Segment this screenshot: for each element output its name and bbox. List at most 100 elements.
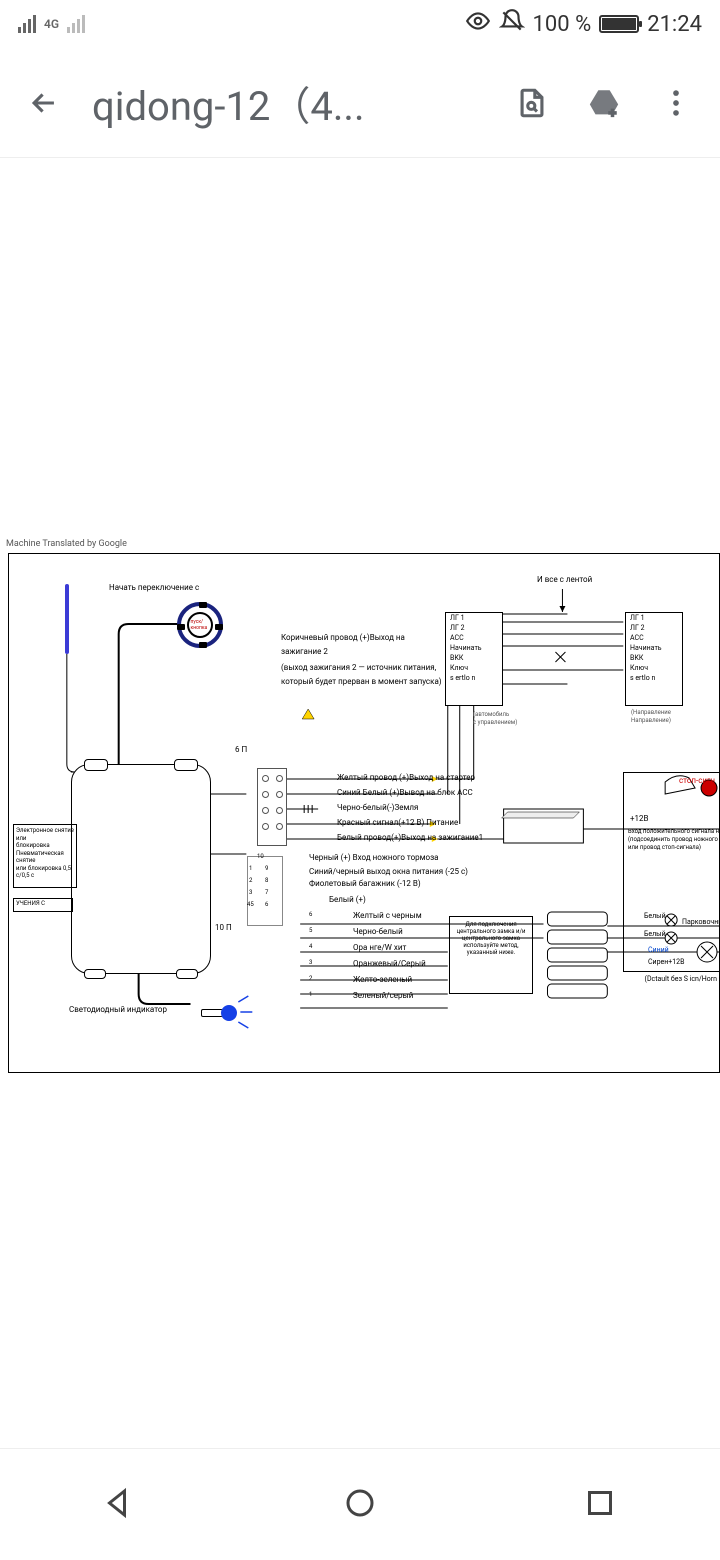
rp-park: Парковочные с (682, 919, 720, 927)
rp-default: (Dctault без S icn/Horn (645, 976, 717, 984)
w-green-grey: Зеленый/серый (353, 992, 413, 1001)
kb2-sub2: Направление) (631, 718, 671, 725)
cl-l5: указанный ниже. (454, 949, 528, 956)
rp-siren: Сирен+12В (648, 959, 684, 967)
ignition-box-left: ЛГ 1 ЛГ 2 АСС Начинать ВКК Ключ s ertIo … (445, 612, 503, 706)
w-yellow-green: Желто-зеленый (353, 976, 412, 985)
kb-bkk: ВКК (446, 653, 502, 663)
w-yellow-black: Желтый с черным (353, 912, 422, 921)
w-black-foot: Черный (+) Вход ножного тормоза (309, 854, 439, 863)
battery-text: 100 % (533, 12, 592, 37)
rp-fn3: или провод стоп-сигнала) (628, 845, 701, 852)
w-yellow-starter: Желтый провод (+)Выход на стартер (337, 774, 475, 783)
pin-3: 3 (249, 890, 252, 897)
kb2-sub1: (Направление (631, 710, 671, 717)
signal-icon (18, 15, 36, 33)
label-auto-1: (автомобиль (473, 712, 509, 719)
network-type: 4G (44, 18, 59, 30)
w-red-power: Красный сигнал(+12 В) Питание (337, 819, 458, 828)
r1: 1 (309, 992, 312, 999)
rp-fn2: (подсоединить провод ножного тормоза (628, 837, 720, 844)
find-in-page-button[interactable] (508, 79, 556, 127)
rp-fn1: Вход положительного сигнала ножного торм… (628, 829, 720, 836)
page-title: qidong-12（4... (92, 74, 484, 132)
eye-icon (465, 8, 491, 40)
kb2-bkk: ВКК (626, 653, 682, 663)
kb2-lg2: ЛГ 2 (626, 623, 682, 633)
nav-back-button[interactable] (102, 1485, 138, 1525)
kb-lg1: ЛГ 1 (446, 613, 502, 623)
document-page[interactable]: Machine Translated by Google (0, 553, 720, 1073)
rp-stop: стоп-сигн (679, 777, 715, 786)
label-tape: И все с лентой (537, 576, 592, 585)
nav-recent-button[interactable] (582, 1485, 618, 1525)
control-module (71, 764, 211, 974)
label-led: Светодиодный индикатор (69, 1006, 167, 1015)
cl-l3: центрального замка (454, 935, 528, 942)
pin-10: 10 (257, 854, 264, 861)
kb-start: Начинать (446, 643, 502, 653)
translate-caption: Machine Translated by Google (6, 539, 127, 549)
w-black-white2: Черно-белый (353, 928, 403, 937)
rp-white1: Белый (644, 913, 666, 921)
pin-9: 9 (265, 866, 268, 873)
rp-blue: Синий (648, 947, 669, 955)
kb2-start: Начинать (626, 643, 682, 653)
label-brown-1: Коричневый провод (+)Выход на (281, 634, 405, 643)
kb2-acc: АСС (626, 633, 682, 643)
drive-add-button[interactable] (580, 79, 628, 127)
lock-mode-box: Электронное снятие или блокировка Пневма… (13, 824, 77, 888)
mute-icon (499, 8, 525, 40)
w-orange-grey: Оранжевый/Серый (353, 960, 426, 969)
rp-12v: +12В (630, 815, 649, 824)
label-10p: 10 П (215, 924, 232, 933)
r3: 3 (309, 960, 312, 967)
label-brown-3: (выход зажигания 2 — источник питания, (281, 664, 436, 673)
label-auto-2: с управлением) (473, 720, 517, 727)
pin-7: 7 (265, 890, 268, 897)
clock: 21:24 (647, 12, 702, 37)
kb-lg2: ЛГ 2 (446, 623, 502, 633)
start-button-icon: пуск/кнопка (177, 602, 223, 648)
pin-2: 2 (249, 878, 252, 885)
w-blackwhite-gnd: Черно-белый(-)Земля (337, 804, 418, 813)
overflow-menu-button[interactable] (652, 79, 700, 127)
right-panel: стоп-сигн +12В Вход положительного сигна… (623, 772, 719, 972)
w-bluewhite-acc: Синий Белый (+)Вывод на блок ACC (337, 789, 473, 798)
lb-l5: или блокировка 0,5 с/0,5 с (16, 865, 74, 880)
antenna-icon (65, 584, 69, 654)
r2: 2 (309, 976, 312, 983)
kb2-sert: s ertIo n (626, 673, 682, 683)
w-white-ign1: Белый провод(+)Выход на зажигание1 (337, 834, 483, 843)
kb2-key: Ключ (626, 663, 682, 673)
central-lock-note: Для подключения центрального замка и/и ц… (449, 916, 533, 994)
kb-key: Ключ (446, 663, 502, 673)
w-orange-white: Ора нге/W хит (353, 944, 406, 953)
status-bar: 4G 100 % 21:24 (0, 0, 720, 48)
kb2-lg1: ЛГ 1 (626, 613, 682, 623)
label-brown-4: который будет прерван в момент запуска) (281, 678, 442, 687)
battery-icon (599, 15, 639, 33)
label-start-switch: Начать переключение с (109, 584, 199, 593)
back-button[interactable] (20, 79, 68, 127)
r4: 4 (309, 944, 312, 951)
nav-home-button[interactable] (342, 1485, 378, 1525)
pin-6: 6 (265, 902, 268, 909)
system-nav-bar (0, 1448, 720, 1560)
lb-l2: или (16, 835, 74, 843)
diagram-frame: Начать переключение с пуск/кнопка Коричн… (8, 553, 720, 1073)
w-blueblack-window: Синий/черный выход окна питания (-25 с) (309, 868, 468, 877)
rp-white2: Белый (644, 931, 666, 939)
kb-acc: АСС (446, 633, 502, 643)
app-bar: qidong-12（4... (0, 48, 720, 158)
document-viewport[interactable]: Machine Translated by Google (0, 158, 720, 1448)
label-brown-2: зажигание 2 (281, 648, 328, 657)
cl-l1: Для подключения (454, 921, 528, 928)
label-6p: 6 П (235, 746, 247, 755)
w-white-plus: Белый (+) (329, 896, 366, 905)
cl-l4: используйте метод, (454, 942, 528, 949)
pin-8: 8 (265, 878, 268, 885)
start-button-label: пуск/кнопка (191, 619, 210, 631)
r6: 6 (309, 912, 312, 919)
learn-box: УЧЕНИЯ С (13, 898, 73, 912)
